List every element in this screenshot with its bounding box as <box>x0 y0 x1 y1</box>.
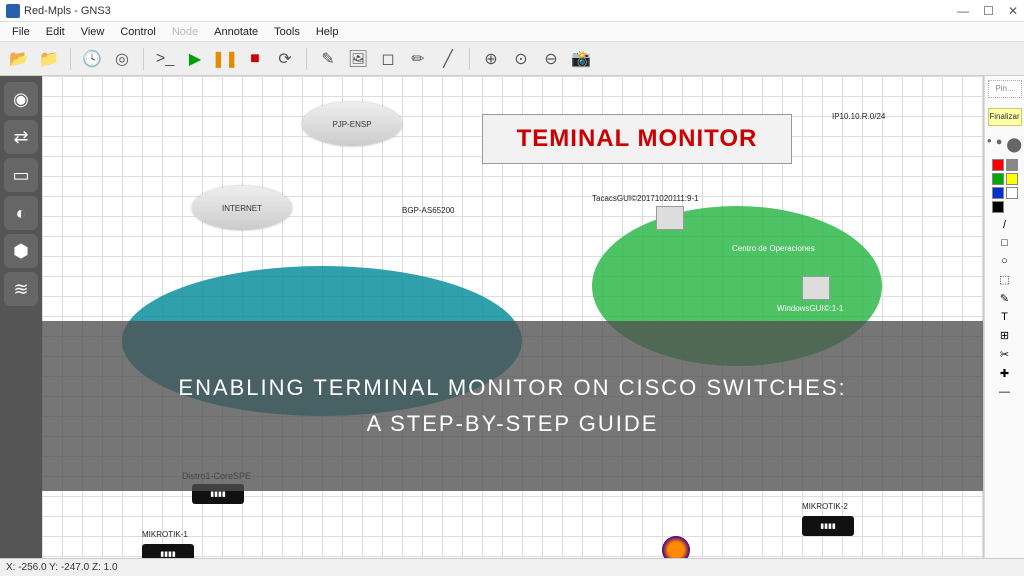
color-blue[interactable] <box>992 187 1004 199</box>
grid-tool-icon[interactable]: ⊞ <box>1000 329 1009 342</box>
app-icon <box>6 4 20 18</box>
color-green[interactable] <box>992 173 1004 185</box>
device-toolbar: ◉ ⇄ ▭ ◐ ⬢ ≋ <box>0 76 42 558</box>
cut-tool-icon[interactable]: ✂ <box>1000 348 1009 361</box>
add-tool-icon[interactable]: ✚ <box>1000 367 1009 380</box>
select-tool-icon[interactable]: ⬚ <box>999 273 1009 286</box>
title-banner: TEMINAL MONITOR <box>482 114 792 164</box>
screenshot-button[interactable]: 📸 <box>568 46 594 72</box>
mikrotik2-node[interactable]: ▮▮▮▮ <box>802 516 854 536</box>
security-icon[interactable]: ◐ <box>4 196 38 230</box>
separator <box>469 48 470 70</box>
minimize-button[interactable]: — <box>957 4 969 18</box>
ops-label: Centro de Operaciones <box>732 244 815 253</box>
text-button[interactable]: ✏ <box>405 46 431 72</box>
routers-icon[interactable]: ◉ <box>4 82 38 116</box>
menu-control[interactable]: Control <box>112 24 163 40</box>
close-button[interactable]: ✕ <box>1008 4 1018 18</box>
overlay-line1: ENABLING TERMINAL MONITOR ON CISCO SWITC… <box>178 375 846 401</box>
color-white[interactable] <box>1006 187 1018 199</box>
focus-button[interactable]: ◎ <box>109 46 135 72</box>
menu-view[interactable]: View <box>73 24 113 40</box>
menu-annotate[interactable]: Annotate <box>206 24 266 40</box>
overlay-line2: A STEP-BY-STEP GUIDE <box>367 411 659 437</box>
pc-icon[interactable]: ▭ <box>4 158 38 192</box>
line-button[interactable]: ╱ <box>435 46 461 72</box>
zoom-reset-button[interactable]: ⊙ <box>508 46 534 72</box>
maximize-button[interactable]: ☐ <box>983 4 994 18</box>
line-tool-icon[interactable]: / <box>1003 219 1006 231</box>
tacacs-label: TacacsGUI©20171020111:9-1 <box>592 194 699 203</box>
shape-button[interactable]: ◻ <box>375 46 401 72</box>
mkt2-label: MIKROTIK-2 <box>802 502 848 511</box>
menu-help[interactable]: Help <box>308 24 347 40</box>
mkt1-label: MIKROTIK-1 <box>142 530 188 539</box>
tacacs-node[interactable] <box>656 206 684 230</box>
win-label: WindowsGUI©:1-1 <box>777 304 843 313</box>
cloud-node-internet[interactable]: INTERNET <box>192 186 292 230</box>
node-info-button[interactable]: 🕓 <box>79 46 105 72</box>
zoom-in-button[interactable]: ⊕ <box>478 46 504 72</box>
reload-all-button[interactable]: ⟳ <box>272 46 298 72</box>
cloud-node-pjp[interactable]: PJP-ENSP <box>302 102 402 146</box>
status-coords: X: -256.0 Y: -247.0 Z: 1.0 <box>6 562 118 573</box>
color-gray[interactable] <box>1006 159 1018 171</box>
link-tool-icon[interactable]: ≋ <box>4 272 38 306</box>
open-project-button[interactable]: 📂 <box>6 46 32 72</box>
all-devices-icon[interactable]: ⬢ <box>4 234 38 268</box>
pen-tool-icon[interactable]: ✎ <box>1000 292 1009 305</box>
toolbar: 📂 📁 🕓 ◎ >_ ▶ ❚❚ ■ ⟳ ✎ 🖼 ◻ ✏ ╱ ⊕ ⊙ ⊖ 📸 <box>0 42 1024 76</box>
finalize-button[interactable]: Finalizar <box>988 108 1022 126</box>
stop-all-button[interactable]: ■ <box>242 46 268 72</box>
color-black[interactable] <box>992 201 1004 213</box>
window-title: Red-Mpls - GNS3 <box>24 5 111 17</box>
menu-file[interactable]: File <box>4 24 38 40</box>
annotation-toolbar: Pin... Finalizar ● ● ⬤ / □ ○ ⬚ ✎ T ⊞ ✂ ✚… <box>984 76 1024 558</box>
mikrotik1-node[interactable]: ▮▮▮▮ <box>142 544 194 558</box>
rect-tool-icon[interactable]: □ <box>1001 237 1008 249</box>
firefox-node[interactable] <box>662 536 690 558</box>
menu-node[interactable]: Node <box>164 24 206 40</box>
brush-med-icon[interactable]: ● <box>996 136 1003 153</box>
separator <box>70 48 71 70</box>
article-overlay: ENABLING TERMINAL MONITOR ON CISCO SWITC… <box>42 321 983 491</box>
text-tool-icon[interactable]: T <box>1001 311 1008 323</box>
switches-icon[interactable]: ⇄ <box>4 120 38 154</box>
brush-small-icon[interactable]: ● <box>987 136 992 153</box>
circle-tool-icon[interactable]: ○ <box>1001 255 1008 267</box>
menubar: File Edit View Control Node Annotate Too… <box>0 22 1024 42</box>
separator <box>143 48 144 70</box>
ip-label: IP10.10.R.0/24 <box>832 112 885 121</box>
menu-tools[interactable]: Tools <box>266 24 308 40</box>
topology-canvas[interactable]: PJP-ENSP INTERNET TEMINAL MONITOR IP10.1… <box>42 76 984 558</box>
bgp-label: BGP-AS65200 <box>402 206 454 215</box>
windows-node[interactable] <box>802 276 830 300</box>
color-palette <box>992 159 1018 213</box>
color-red[interactable] <box>992 159 1004 171</box>
color-yellow[interactable] <box>1006 173 1018 185</box>
save-project-button[interactable]: 📁 <box>36 46 62 72</box>
pause-all-button[interactable]: ❚❚ <box>212 46 238 72</box>
minus-tool-icon[interactable]: — <box>999 386 1010 398</box>
image-button[interactable]: 🖼 <box>345 46 371 72</box>
zoom-out-button[interactable]: ⊖ <box>538 46 564 72</box>
console-all-button[interactable]: >_ <box>152 46 178 72</box>
separator <box>306 48 307 70</box>
brush-big-icon[interactable]: ⬤ <box>1006 136 1022 153</box>
edit-button[interactable]: ✎ <box>315 46 341 72</box>
start-all-button[interactable]: ▶ <box>182 46 208 72</box>
pin-button[interactable]: Pin... <box>988 80 1022 98</box>
menu-edit[interactable]: Edit <box>38 24 73 40</box>
